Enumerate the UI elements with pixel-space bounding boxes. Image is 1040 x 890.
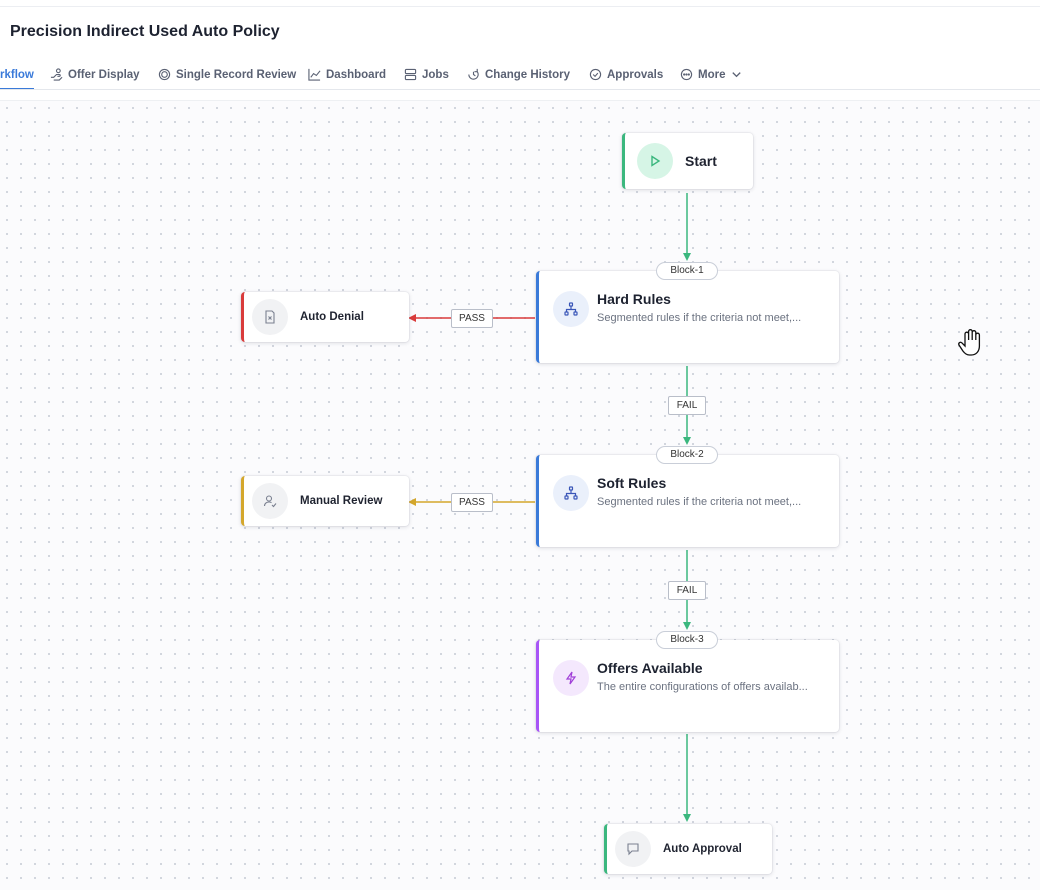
tab-label: Dashboard: [326, 68, 387, 81]
offer-icon: [50, 68, 63, 81]
outcome-label: Auto Approval: [663, 843, 742, 855]
lightning-icon: [553, 660, 589, 696]
tab-bar: rkflow Offer Display Single Record Revie…: [0, 60, 1040, 90]
tab-label: Change History: [485, 68, 570, 81]
auto-denial-node[interactable]: Auto Denial: [241, 292, 409, 342]
more-icon: [680, 68, 693, 81]
user-check-icon: [252, 483, 288, 519]
hard-rules-node[interactable]: Hard Rules Segmented rules if the criter…: [536, 271, 839, 363]
tab-label: Approvals: [607, 68, 664, 81]
play-icon: [637, 143, 673, 179]
tab-workflow[interactable]: rkflow: [0, 60, 34, 90]
node-description: Segmented rules if the criteria not meet…: [597, 312, 802, 324]
node-title: Hard Rules: [597, 291, 671, 307]
tab-label: rkflow: [0, 68, 34, 81]
offers-available-node[interactable]: Offers Available The entire configuratio…: [536, 640, 839, 732]
approval-icon: [615, 831, 651, 867]
fail-label: FAIL: [668, 396, 706, 415]
block-badge: Block-1: [656, 262, 718, 280]
block-badge: Block-2: [656, 446, 718, 464]
manual-review-node[interactable]: Manual Review: [241, 476, 409, 526]
tab-offer-display[interactable]: Offer Display: [50, 60, 140, 89]
check-circle-icon: [589, 68, 602, 81]
tab-label: Offer Display: [68, 68, 140, 81]
hierarchy-icon: [553, 291, 589, 327]
start-node[interactable]: Start: [622, 133, 753, 189]
top-divider: [0, 6, 1040, 7]
outcome-label: Auto Denial: [300, 311, 364, 323]
node-description: Segmented rules if the criteria not meet…: [597, 496, 802, 508]
workflow-canvas[interactable]: [0, 100, 1040, 890]
tab-more[interactable]: More: [680, 60, 743, 89]
auto-approval-node[interactable]: Auto Approval: [604, 824, 772, 874]
tab-dashboard[interactable]: Dashboard: [308, 60, 386, 89]
pass-label: PASS: [451, 309, 493, 328]
node-title: Soft Rules: [597, 475, 667, 491]
node-title: Offers Available: [597, 660, 703, 676]
tab-label: Single Record Review: [176, 68, 297, 81]
hand-cursor-icon: [958, 329, 981, 356]
outcome-label: Manual Review: [300, 495, 383, 507]
tab-label: Jobs: [422, 68, 449, 81]
node-description: The entire configurations of offers avai…: [597, 681, 808, 693]
tab-label: More: [698, 68, 726, 81]
block-badge: Block-3: [656, 631, 718, 649]
hierarchy-icon: [553, 475, 589, 511]
chevron-down-icon: [732, 72, 742, 78]
tab-change-history[interactable]: Change History: [467, 60, 570, 89]
record-icon: [158, 68, 171, 81]
tabs-divider: [0, 89, 1040, 90]
page-title: Precision Indirect Used Auto Policy: [10, 23, 280, 40]
start-label: Start: [685, 153, 717, 169]
history-icon: [468, 68, 479, 80]
document-x-icon: [252, 299, 288, 335]
tab-jobs[interactable]: Jobs: [404, 60, 449, 89]
jobs-icon: [404, 68, 417, 81]
tab-single-record-review[interactable]: Single Record Review: [158, 60, 296, 89]
chart-icon: [308, 68, 321, 81]
soft-rules-node[interactable]: Soft Rules Segmented rules if the criter…: [536, 455, 839, 547]
fail-label: FAIL: [668, 581, 706, 600]
tab-approvals[interactable]: Approvals: [589, 60, 663, 89]
pass-label: PASS: [451, 493, 493, 512]
